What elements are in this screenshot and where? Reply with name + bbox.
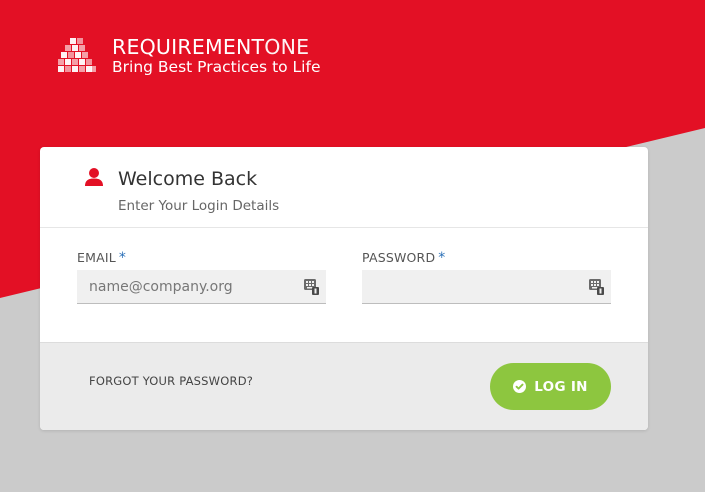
login-card: Welcome Back Enter Your Login Details EM… — [40, 147, 648, 430]
login-button-label: LOG IN — [534, 378, 588, 395]
email-label-text: EMAIL — [77, 250, 116, 265]
email-field-group: EMAIL * — [77, 250, 326, 304]
brand-text: REQUIREMENTONE Bring Best Practices to L… — [112, 34, 321, 76]
stacked-pyramid-logo — [58, 38, 96, 72]
forgot-password-link[interactable]: FORGOT YOUR PASSWORD? — [89, 374, 253, 388]
user-icon — [85, 168, 103, 186]
email-label: EMAIL * — [77, 250, 326, 268]
email-input[interactable] — [77, 270, 326, 303]
email-input-wrapper — [77, 270, 326, 304]
check-circle-icon — [513, 380, 527, 393]
login-button[interactable]: LOG IN — [490, 363, 611, 410]
login-card-header: Welcome Back Enter Your Login Details — [40, 147, 648, 228]
keyboard-icon[interactable] — [589, 279, 604, 295]
required-marker: * — [118, 250, 127, 266]
required-marker: * — [438, 250, 446, 266]
brand-name-light: ONE — [264, 34, 310, 59]
password-field-group: PASSWORD * — [362, 250, 611, 304]
password-input[interactable] — [362, 270, 611, 303]
card-subtitle: Enter Your Login Details — [118, 198, 280, 214]
keyboard-icon[interactable] — [304, 279, 319, 295]
login-card-footer: FORGOT YOUR PASSWORD? LOG IN — [40, 342, 648, 430]
brand-tagline: Bring Best Practices to Life — [112, 58, 321, 76]
card-title: Welcome Back — [118, 168, 258, 190]
brand-header: REQUIREMENTONE Bring Best Practices to L… — [57, 36, 321, 76]
brand-name: REQUIREMENTONE — [112, 34, 321, 59]
brand-name-bold: REQUIREMENT — [112, 34, 265, 59]
password-input-wrapper — [362, 270, 611, 304]
password-label-text: PASSWORD — [362, 250, 436, 265]
password-label: PASSWORD * — [362, 250, 611, 268]
